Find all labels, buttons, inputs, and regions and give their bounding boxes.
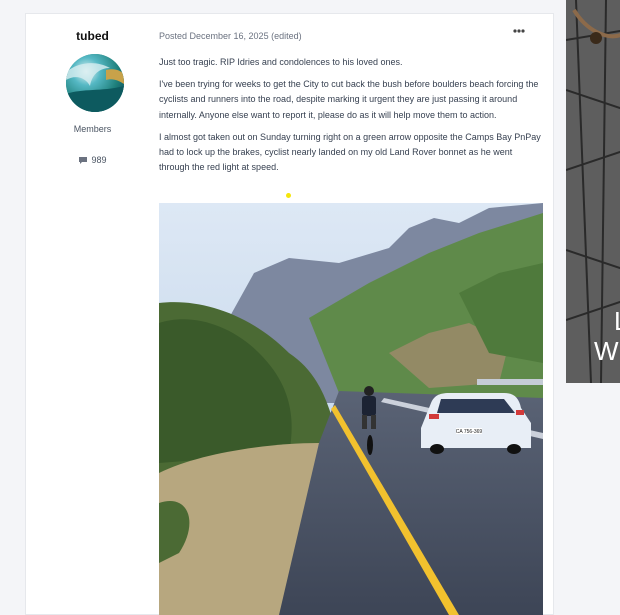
cursor-indicator — [286, 193, 291, 198]
comment-icon — [79, 156, 88, 164]
post-paragraph-2: I've been trying for weeks to get the Ci… — [159, 79, 539, 120]
side-ad-text-1: L — [614, 306, 620, 336]
side-ad-text-2: W — [594, 336, 619, 366]
author-avatar[interactable] — [66, 54, 124, 112]
post-count-value: 989 — [91, 155, 107, 165]
post-paragraph-1: Just too tragic. RIP Idries and condolen… — [159, 57, 403, 67]
more-options-icon[interactable] — [512, 27, 526, 39]
post-card: tubed Members 989 Posted December 16, 20… — [25, 13, 554, 615]
license-plate: CA 756-369 — [456, 429, 483, 435]
white-car: CA 756-369 — [421, 393, 531, 454]
road-cyclist-photo[interactable]: CA 756-369 — [159, 203, 543, 615]
post-date[interactable]: Posted December 16, 2025 (edited) — [159, 31, 302, 41]
post-content: Just too tragic. RIP Idries and condolen… — [159, 55, 543, 182]
member-group-label: Members — [73, 124, 112, 134]
post-count[interactable]: 989 — [26, 155, 159, 165]
side-ad-image[interactable]: L W — [566, 0, 620, 383]
author-name-link[interactable]: tubed — [26, 29, 159, 43]
post-paragraph-3: I almost got taken out on Sunday turning… — [159, 131, 541, 173]
wave-avatar-image — [66, 54, 124, 112]
